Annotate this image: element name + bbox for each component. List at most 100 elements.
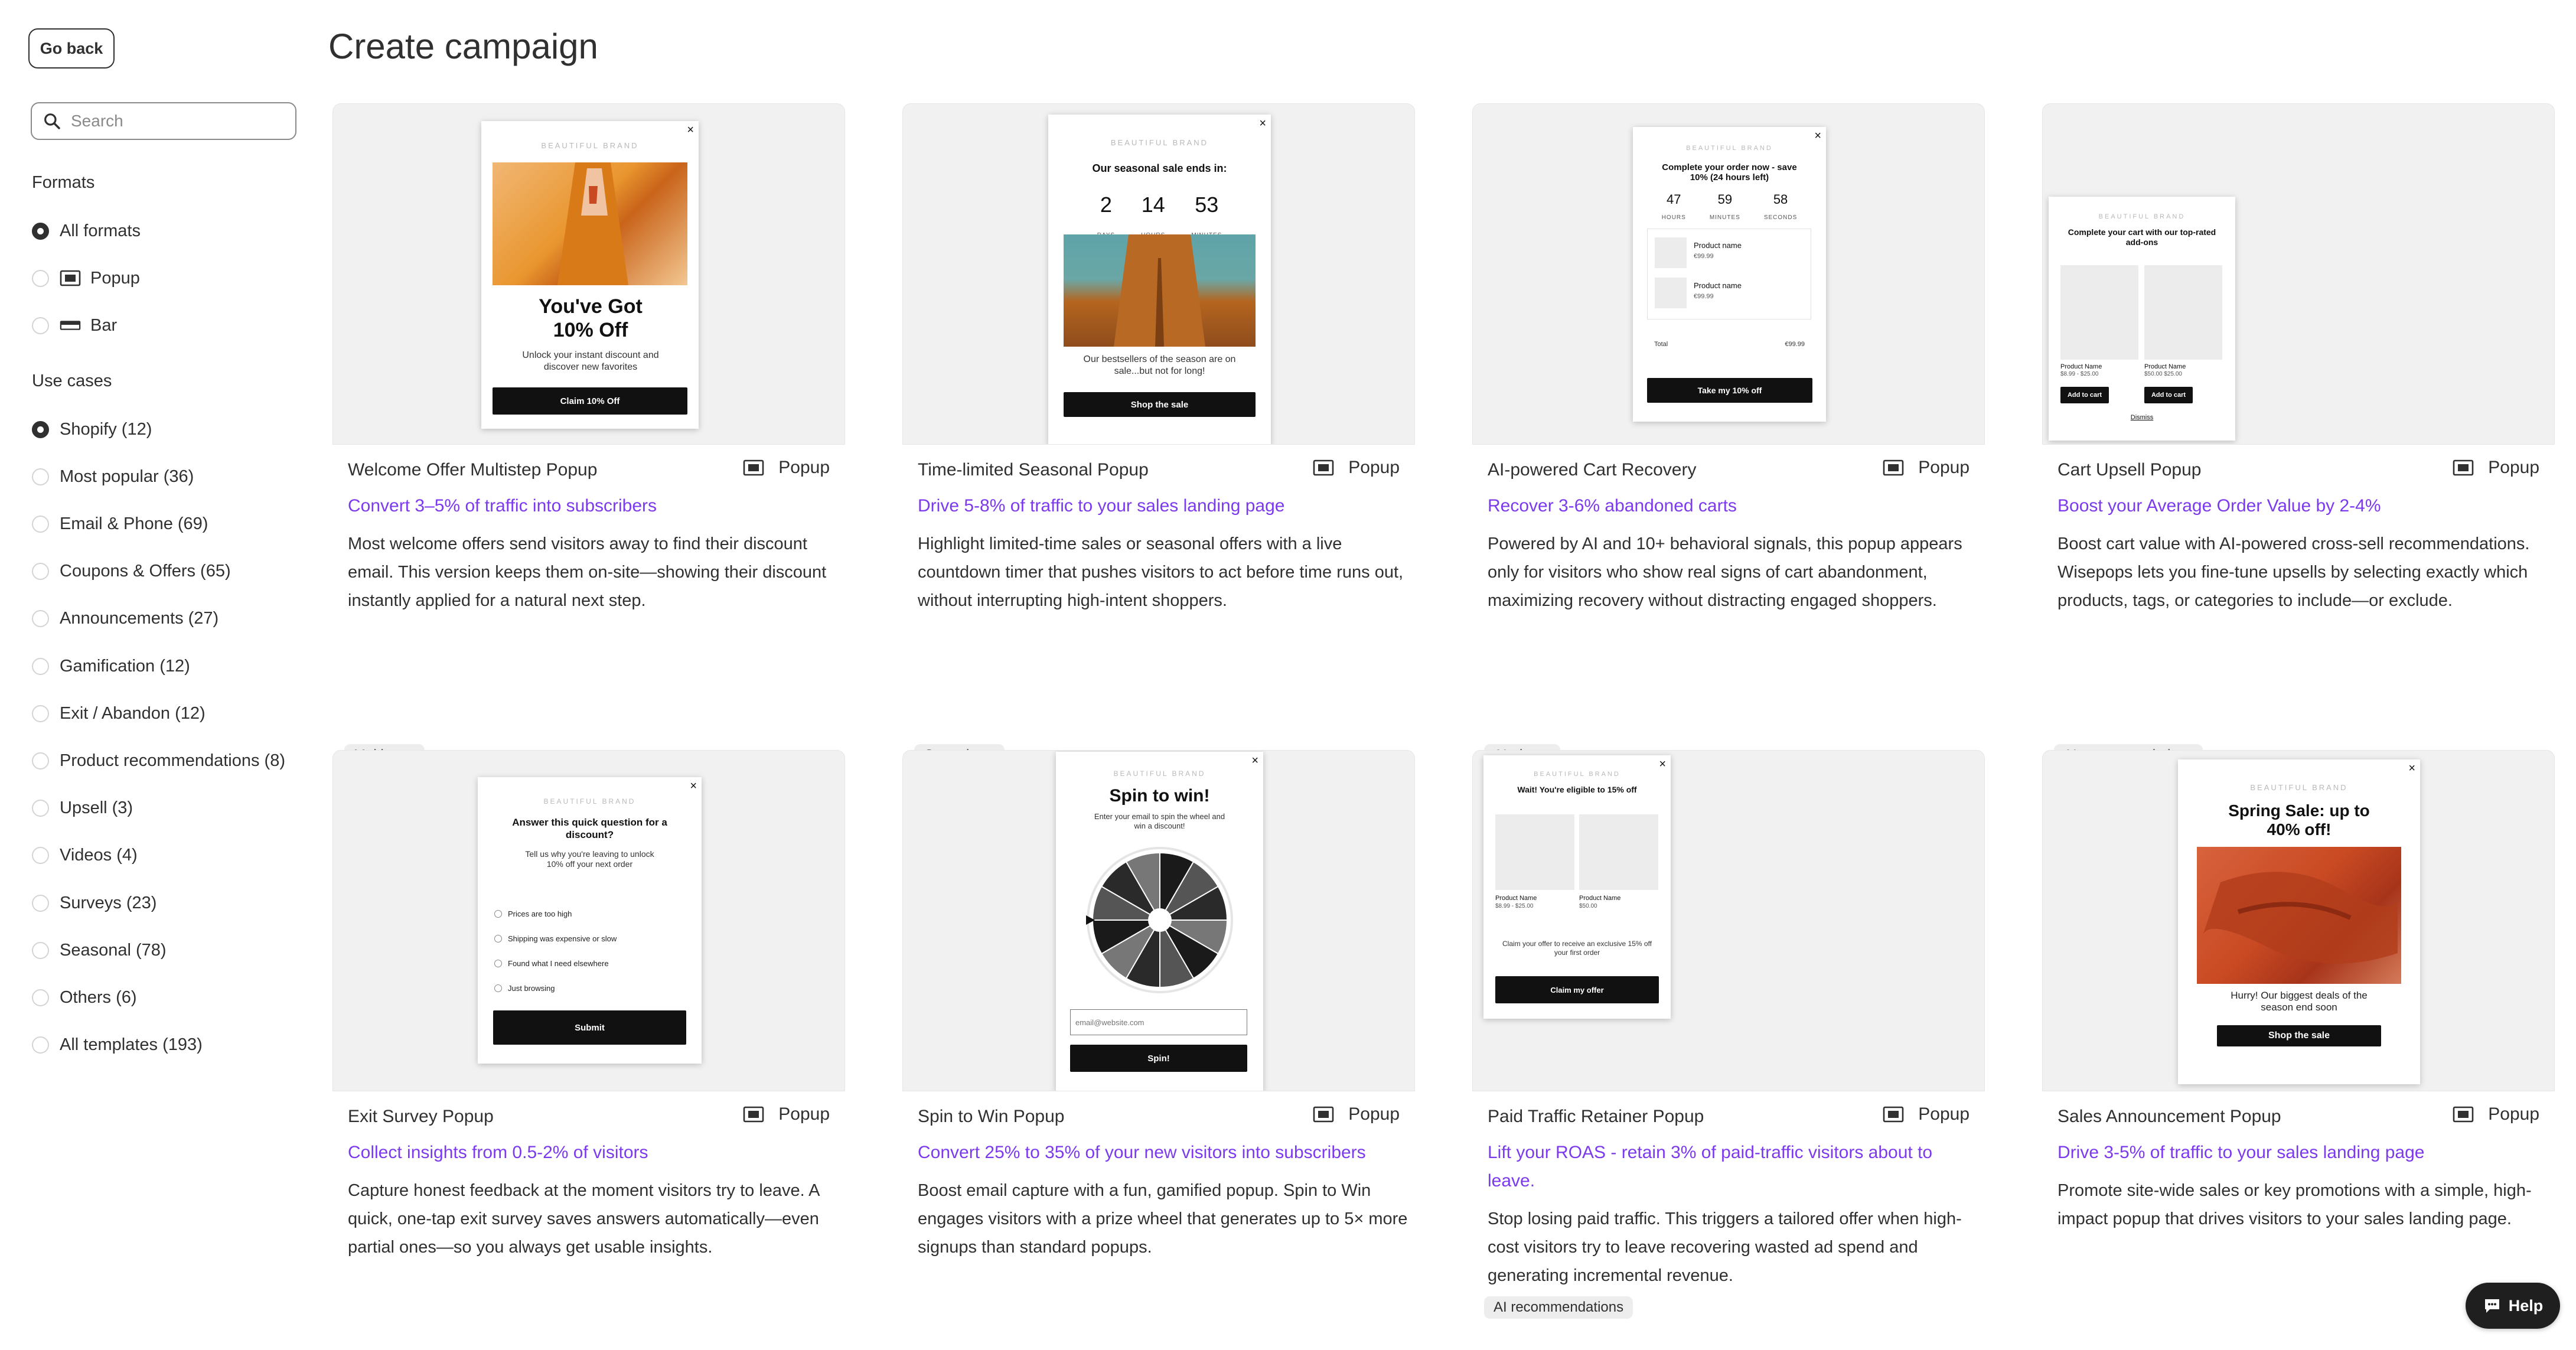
search-box[interactable] bbox=[31, 102, 296, 140]
card-title: Spin to Win Popup bbox=[918, 1107, 1065, 1126]
use-case-option[interactable]: Upsell (3) bbox=[32, 797, 133, 820]
radio-button[interactable] bbox=[32, 705, 49, 722]
product-price: $8.99 - $25.00 bbox=[2060, 371, 2099, 377]
radio-button[interactable] bbox=[32, 800, 49, 817]
popup-icon bbox=[743, 1106, 764, 1123]
use-case-option[interactable]: Seasonal (78) bbox=[32, 938, 167, 962]
radio-button[interactable] bbox=[32, 1036, 49, 1054]
popup-body: Tell us why you're leaving to unlock 10%… bbox=[525, 849, 654, 869]
use-case-option[interactable]: Others (6) bbox=[32, 986, 137, 1009]
card-title: Sales Announcement Popup bbox=[2057, 1107, 2281, 1126]
use-case-option[interactable]: Exit / Abandon (12) bbox=[32, 702, 206, 725]
template-preview[interactable]: × BEAUTIFUL BRAND Wait! You're eligible … bbox=[1472, 750, 1985, 1091]
radio-button[interactable] bbox=[32, 941, 49, 959]
popup-preview: × BEAUTIFUL BRAND You've Got 10% Off Unl… bbox=[481, 121, 699, 429]
use-case-label: Most popular (36) bbox=[60, 467, 194, 486]
use-case-option[interactable]: Most popular (36) bbox=[32, 465, 194, 488]
product-thumbnail bbox=[1655, 278, 1687, 308]
product-thumbnail bbox=[1655, 237, 1687, 268]
format-option-label: Bar bbox=[90, 315, 118, 335]
format-option-bar[interactable]: Bar bbox=[32, 314, 117, 337]
format-option-popup[interactable]: Popup bbox=[32, 266, 140, 290]
go-back-button[interactable]: Go back bbox=[28, 28, 115, 69]
use-case-option[interactable]: Surveys (23) bbox=[32, 891, 156, 915]
timer-hours: 47 HOURS bbox=[1661, 192, 1686, 221]
brand-label: BEAUTIFUL BRAND bbox=[541, 141, 639, 150]
card-format: Popup bbox=[1313, 458, 1400, 478]
radio-button[interactable] bbox=[32, 563, 49, 581]
option-label: Found what I need elsewhere bbox=[508, 958, 609, 968]
format-option-all[interactable]: All formats bbox=[32, 219, 141, 243]
popup-preview: × BEAUTIFUL BRAND Complete your order no… bbox=[1633, 127, 1826, 422]
option-label: Shipping was expensive or slow bbox=[508, 934, 617, 943]
radio-button[interactable] bbox=[32, 657, 49, 675]
card-description: Most welcome offers send visitors away t… bbox=[348, 534, 827, 610]
radio-button[interactable] bbox=[32, 752, 49, 769]
add-to-cart-button: Add to cart bbox=[2144, 387, 2193, 403]
card-format: Popup bbox=[1883, 458, 1970, 478]
use-case-label: Shopify (12) bbox=[60, 419, 152, 439]
take-offer-button: Take my 10% off bbox=[1647, 378, 1812, 403]
use-case-label: Exit / Abandon (12) bbox=[60, 703, 206, 723]
help-button[interactable]: Help bbox=[2466, 1283, 2560, 1329]
radio-button[interactable] bbox=[32, 894, 49, 912]
product-image bbox=[1579, 814, 1658, 890]
use-case-option[interactable]: All templates (193) bbox=[32, 1033, 203, 1057]
card-description: Powered by AI and 10+ behavioral signals… bbox=[1488, 534, 1962, 610]
radio-button[interactable] bbox=[32, 989, 49, 1006]
timer-minutes: 59 MINUTES bbox=[1709, 192, 1740, 221]
shop-sale-button: Shop the sale bbox=[1064, 392, 1256, 417]
model-image bbox=[1064, 234, 1256, 347]
template-preview[interactable]: × BEAUTIFUL BRAND Complete your order no… bbox=[1472, 103, 1985, 445]
use-case-option[interactable]: Videos (4) bbox=[32, 844, 138, 868]
use-case-option[interactable]: Email & Phone (69) bbox=[32, 512, 208, 536]
use-case-label: All templates (193) bbox=[60, 1035, 203, 1055]
product-price: $50.00 $25.00 bbox=[2144, 371, 2182, 377]
popup-body: Our bestsellers of the season are on sal… bbox=[1083, 354, 1236, 376]
radio-button[interactable] bbox=[32, 269, 49, 287]
use-case-option[interactable]: Shopify (12) bbox=[32, 418, 152, 441]
template-preview[interactable]: × BEAUTIFUL BRAND Answer this quick ques… bbox=[332, 750, 845, 1091]
cart-box: Product name €99.99 Product name €99.99 bbox=[1647, 229, 1811, 319]
radio-button[interactable] bbox=[32, 420, 49, 438]
card-subtitle: Collect insights from 0.5-2% of visitors bbox=[348, 1143, 648, 1162]
help-label: Help bbox=[2508, 1296, 2544, 1315]
model-image bbox=[493, 162, 687, 285]
template-preview[interactable]: × BEAUTIFUL BRAND You've Got 10% Off Unl… bbox=[332, 103, 845, 445]
popup-body: Claim your offer to receive an exclusive… bbox=[1502, 940, 1652, 957]
radio-button[interactable] bbox=[32, 610, 49, 628]
use-case-option[interactable]: Product recommendations (8) bbox=[32, 749, 285, 772]
card-title: Paid Traffic Retainer Popup bbox=[1488, 1107, 1704, 1126]
radio-button[interactable] bbox=[32, 222, 49, 240]
product-price: $50.00 bbox=[1579, 903, 1597, 909]
chat-icon bbox=[2484, 1299, 2499, 1313]
use-case-option[interactable]: Announcements (27) bbox=[32, 607, 219, 631]
radio-button[interactable] bbox=[32, 468, 49, 485]
template-preview[interactable]: × BEAUTIFUL BRAND Spin to win! Enter you… bbox=[902, 750, 1415, 1091]
template-preview[interactable]: BEAUTIFUL BRAND Complete your cart with … bbox=[2042, 103, 2555, 445]
radio-button[interactable] bbox=[32, 317, 49, 334]
close-icon: × bbox=[1659, 758, 1666, 771]
use-case-option[interactable]: Coupons & Offers (65) bbox=[32, 560, 231, 583]
close-icon: × bbox=[1251, 754, 1258, 767]
card-format-label: Popup bbox=[1918, 458, 1970, 477]
product-name: Product Name bbox=[2144, 363, 2186, 370]
survey-option: Prices are too high bbox=[494, 901, 617, 926]
card-subtitle: Drive 5-8% of traffic to your sales land… bbox=[918, 496, 1285, 516]
card-format-label: Popup bbox=[1918, 1104, 1970, 1124]
card-format-label: Popup bbox=[2488, 1104, 2539, 1124]
popup-body: Hurry! Our biggest deals of the season e… bbox=[2231, 990, 2368, 1013]
card-format-label: Popup bbox=[2488, 458, 2539, 477]
use-case-label: Product recommendations (8) bbox=[60, 751, 285, 770]
popup-headline: Wait! You're eligible to 15% off bbox=[1517, 785, 1637, 794]
card-format: Popup bbox=[1313, 1104, 1400, 1124]
radio-button[interactable] bbox=[32, 847, 49, 865]
use-case-option[interactable]: Gamification (12) bbox=[32, 654, 190, 678]
card-description: Stop losing paid traffic. This triggers … bbox=[1488, 1209, 1962, 1285]
popup-headline: Spin to win! bbox=[1109, 786, 1210, 806]
radio-button[interactable] bbox=[32, 515, 49, 533]
template-preview[interactable]: × BEAUTIFUL BRAND Spring Sale: up to 40%… bbox=[2042, 750, 2555, 1091]
template-preview[interactable]: × BEAUTIFUL BRAND Our seasonal sale ends… bbox=[902, 103, 1415, 445]
card-tag: AI recommendations bbox=[1484, 1296, 1633, 1319]
search-input[interactable] bbox=[70, 111, 285, 131]
